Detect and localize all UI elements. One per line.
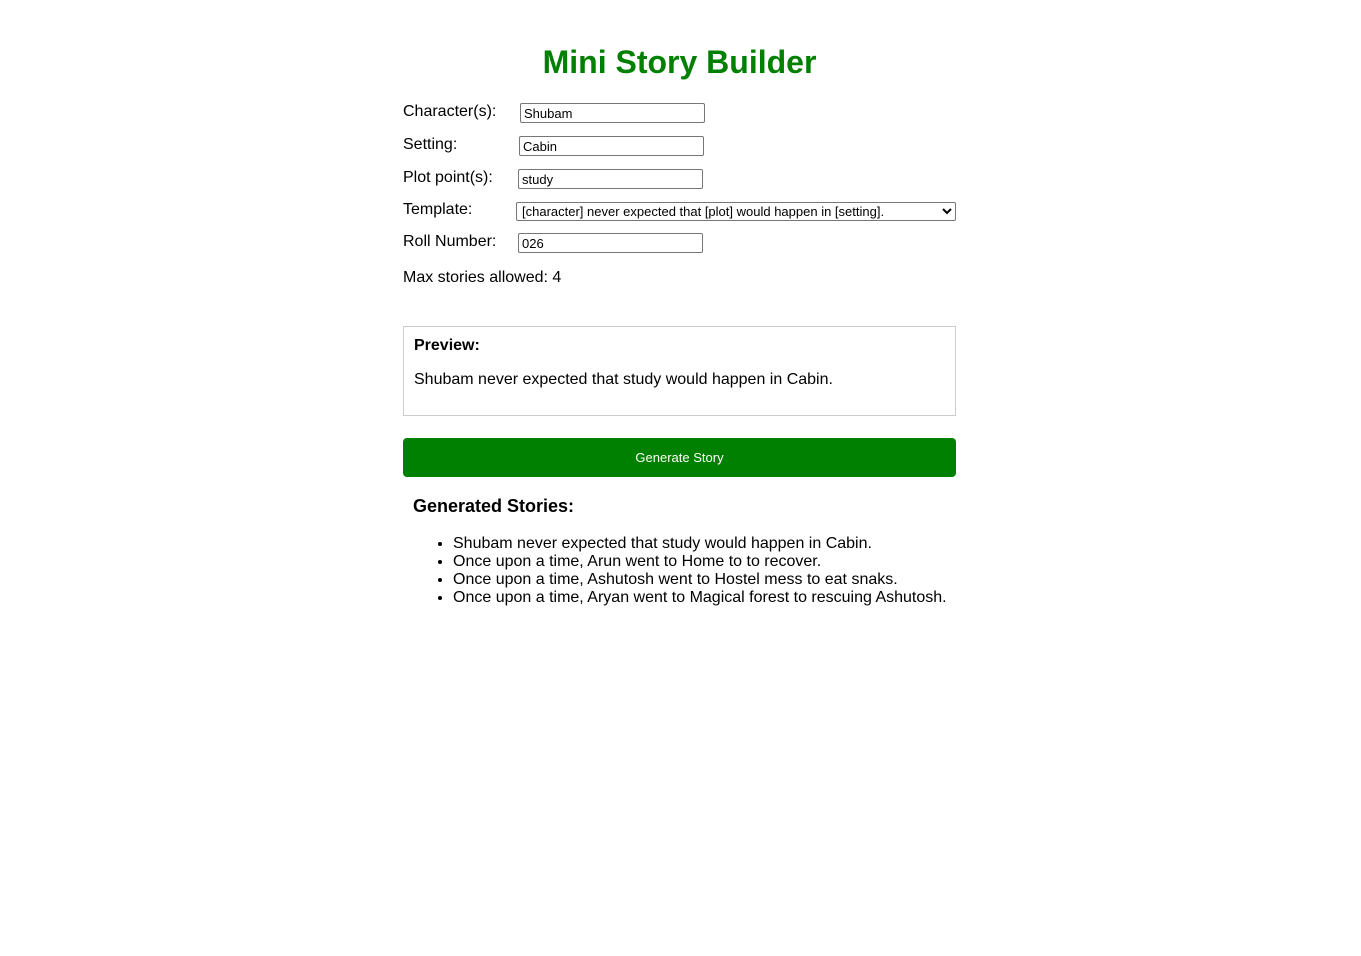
template-label: Template: [403, 201, 473, 218]
page-title: Mini Story Builder [542, 44, 817, 80]
preview-box: Preview: Shubam never expected that stud… [403, 326, 956, 416]
plot-label: Plot point(s): [403, 169, 493, 186]
generated-stories-list: Shubam never expected that study would h… [413, 535, 947, 607]
preview-text: Shubam never expected that study would h… [414, 371, 833, 388]
setting-input[interactable] [519, 136, 704, 156]
roll-number-row: Roll Number: [403, 232, 703, 256]
story-item: Shubam never expected that study would h… [453, 535, 947, 553]
generated-stories-heading: Generated Stories: [413, 496, 575, 516]
story-item: Once upon a time, Aryan went to Magical … [453, 589, 947, 607]
plot-row: Plot point(s): [403, 168, 703, 192]
character-input[interactable] [520, 103, 705, 123]
story-item: Once upon a time, Arun went to Home to t… [453, 553, 947, 571]
setting-row: Setting: [403, 135, 704, 159]
template-row: Template: [character] never expected tha… [403, 200, 956, 224]
preview-heading: Preview: [414, 337, 480, 354]
setting-label: Setting: [403, 136, 458, 153]
story-item: Once upon a time, Ashutosh went to Hoste… [453, 571, 947, 589]
max-stories-text: Max stories allowed: 4 [403, 269, 562, 286]
plot-input[interactable] [518, 169, 703, 189]
roll-number-input[interactable] [518, 233, 703, 253]
template-select[interactable]: [character] never expected that [plot] w… [516, 202, 956, 221]
roll-number-label: Roll Number: [403, 233, 497, 250]
generate-story-button[interactable]: Generate Story [403, 438, 956, 477]
character-label: Character(s): [403, 103, 497, 120]
story-builder-page: Mini Story Builder Character(s): Setting… [0, 0, 1361, 956]
character-row: Character(s): [403, 102, 705, 126]
